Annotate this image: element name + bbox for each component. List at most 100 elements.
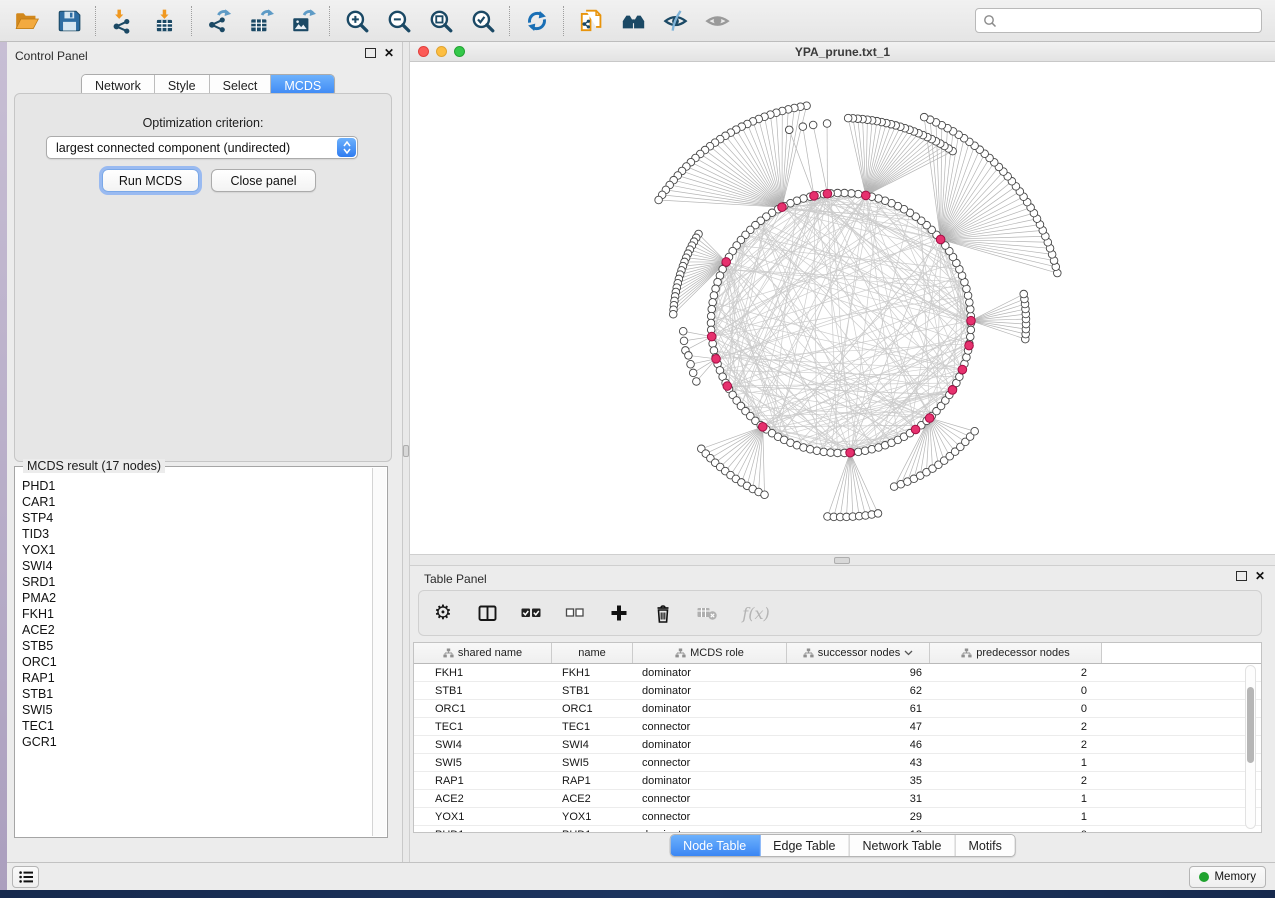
network-hub-node[interactable] <box>707 332 716 341</box>
network-hub-node[interactable] <box>967 316 976 325</box>
mcds-result-item[interactable]: STP4 <box>22 510 372 526</box>
network-node[interactable] <box>689 369 697 377</box>
network-node[interactable] <box>685 352 693 360</box>
network-view[interactable] <box>410 62 1275 554</box>
network-node[interactable] <box>827 449 835 457</box>
network-hub-node[interactable] <box>948 386 957 395</box>
create-column-button[interactable] <box>607 601 631 625</box>
network-hub-node[interactable] <box>965 341 974 350</box>
network-node[interactable] <box>761 491 769 499</box>
delete-column-button[interactable] <box>651 601 675 625</box>
table-row[interactable]: YOX1YOX1connector291 <box>414 808 1261 826</box>
network-node[interactable] <box>709 299 717 307</box>
network-node[interactable] <box>971 427 979 435</box>
column-header-name[interactable]: name <box>552 643 633 663</box>
network-node[interactable] <box>669 310 677 318</box>
mcds-result-item[interactable]: YOX1 <box>22 542 372 558</box>
export-network-button[interactable] <box>198 3 240 39</box>
fit-content-button[interactable] <box>420 3 462 39</box>
mcds-result-item[interactable]: TID3 <box>22 526 372 542</box>
tab-network-table[interactable]: Network Table <box>850 835 956 856</box>
network-node[interactable] <box>809 121 817 129</box>
mcds-result-item[interactable]: ORC1 <box>22 654 372 670</box>
network-node[interactable] <box>813 447 821 455</box>
criterion-select[interactable]: largest connected component (undirected) <box>46 136 358 159</box>
network-hub-node[interactable] <box>778 203 787 212</box>
network-node[interactable] <box>834 449 842 457</box>
network-node[interactable] <box>841 189 849 197</box>
mcds-result-item[interactable]: TEC1 <box>22 718 372 734</box>
network-node[interactable] <box>854 448 862 456</box>
mcds-result-item[interactable]: RAP1 <box>22 670 372 686</box>
run-mcds-button[interactable]: Run MCDS <box>102 169 199 192</box>
mcds-result-item[interactable]: GCR1 <box>22 734 372 750</box>
mcds-result-item[interactable]: STB1 <box>22 686 372 702</box>
mcds-result-item[interactable]: SRD1 <box>22 574 372 590</box>
tab-edge-table[interactable]: Edge Table <box>760 835 849 856</box>
network-node[interactable] <box>680 337 688 345</box>
float-panel-icon[interactable] <box>365 48 376 58</box>
network-node[interactable] <box>707 319 715 327</box>
show-hide-button[interactable] <box>696 3 738 39</box>
network-node[interactable] <box>707 312 715 320</box>
network-hub-node[interactable] <box>936 235 945 244</box>
apply-layout-button[interactable] <box>516 3 558 39</box>
horizontal-splitter[interactable] <box>410 554 1275 566</box>
network-node[interactable] <box>710 292 718 300</box>
column-header-shared-name[interactable]: shared name <box>414 643 552 663</box>
mcds-result-item[interactable]: SWI5 <box>22 702 372 718</box>
column-header-predecessor-nodes[interactable]: predecessor nodes <box>930 643 1102 663</box>
network-hub-node[interactable] <box>862 191 871 200</box>
close-panel-icon[interactable]: ✕ <box>1255 571 1265 581</box>
mcds-result-item[interactable]: PMA2 <box>22 590 372 606</box>
network-node[interactable] <box>920 113 928 121</box>
network-node[interactable] <box>844 114 852 122</box>
close-panel-icon[interactable]: ✕ <box>384 48 394 58</box>
network-node[interactable] <box>679 327 687 335</box>
vertical-splitter-handle[interactable] <box>403 445 409 457</box>
network-hub-node[interactable] <box>846 448 855 457</box>
open-session-button[interactable] <box>6 3 48 39</box>
network-hub-node[interactable] <box>911 425 920 434</box>
mcds-result-item[interactable]: PHD1 <box>22 478 372 494</box>
network-node[interactable] <box>687 360 695 368</box>
column-header-mcds-role[interactable]: MCDS role <box>633 643 787 663</box>
network-hub-node[interactable] <box>958 365 967 374</box>
find-button[interactable] <box>612 3 654 39</box>
network-node[interactable] <box>823 120 831 128</box>
table-row[interactable]: PHD1PHD1dominator180 <box>414 826 1261 833</box>
table-row[interactable]: RAP1RAP1dominator352 <box>414 772 1261 790</box>
select-all-button[interactable] <box>519 601 543 625</box>
mcds-result-item[interactable]: ACE2 <box>22 622 372 638</box>
import-network-button[interactable] <box>102 3 144 39</box>
mcds-result-scrollbar[interactable] <box>372 468 386 836</box>
network-node[interactable] <box>966 299 974 307</box>
import-table-button[interactable] <box>144 3 186 39</box>
clone-network-button[interactable] <box>570 3 612 39</box>
graphics-details-button[interactable] <box>654 3 696 39</box>
network-hub-node[interactable] <box>758 423 767 432</box>
network-node[interactable] <box>785 126 793 134</box>
network-node[interactable] <box>848 190 856 198</box>
float-panel-icon[interactable] <box>1236 571 1247 581</box>
save-session-button[interactable] <box>48 3 90 39</box>
network-node[interactable] <box>966 333 974 341</box>
network-hub-node[interactable] <box>823 189 832 198</box>
close-panel-button[interactable]: Close panel <box>211 169 316 192</box>
table-row[interactable]: SWI5SWI5connector431 <box>414 754 1261 772</box>
network-node[interactable] <box>834 189 842 197</box>
network-node[interactable] <box>854 190 862 198</box>
zoom-out-button[interactable] <box>378 3 420 39</box>
network-node[interactable] <box>1020 290 1028 298</box>
network-hub-node[interactable] <box>925 414 934 423</box>
network-hub-node[interactable] <box>723 382 732 391</box>
mcds-result-item[interactable]: CAR1 <box>22 494 372 510</box>
table-row[interactable]: TEC1TEC1connector472 <box>414 718 1261 736</box>
export-image-button[interactable] <box>282 3 324 39</box>
table-scrollbar[interactable] <box>1245 665 1256 829</box>
search-input[interactable] <box>1001 8 1261 33</box>
table-row[interactable]: STB1STB1dominator620 <box>414 682 1261 700</box>
network-node[interactable] <box>874 510 882 518</box>
network-node[interactable] <box>693 378 701 386</box>
mcds-result-item[interactable]: FKH1 <box>22 606 372 622</box>
